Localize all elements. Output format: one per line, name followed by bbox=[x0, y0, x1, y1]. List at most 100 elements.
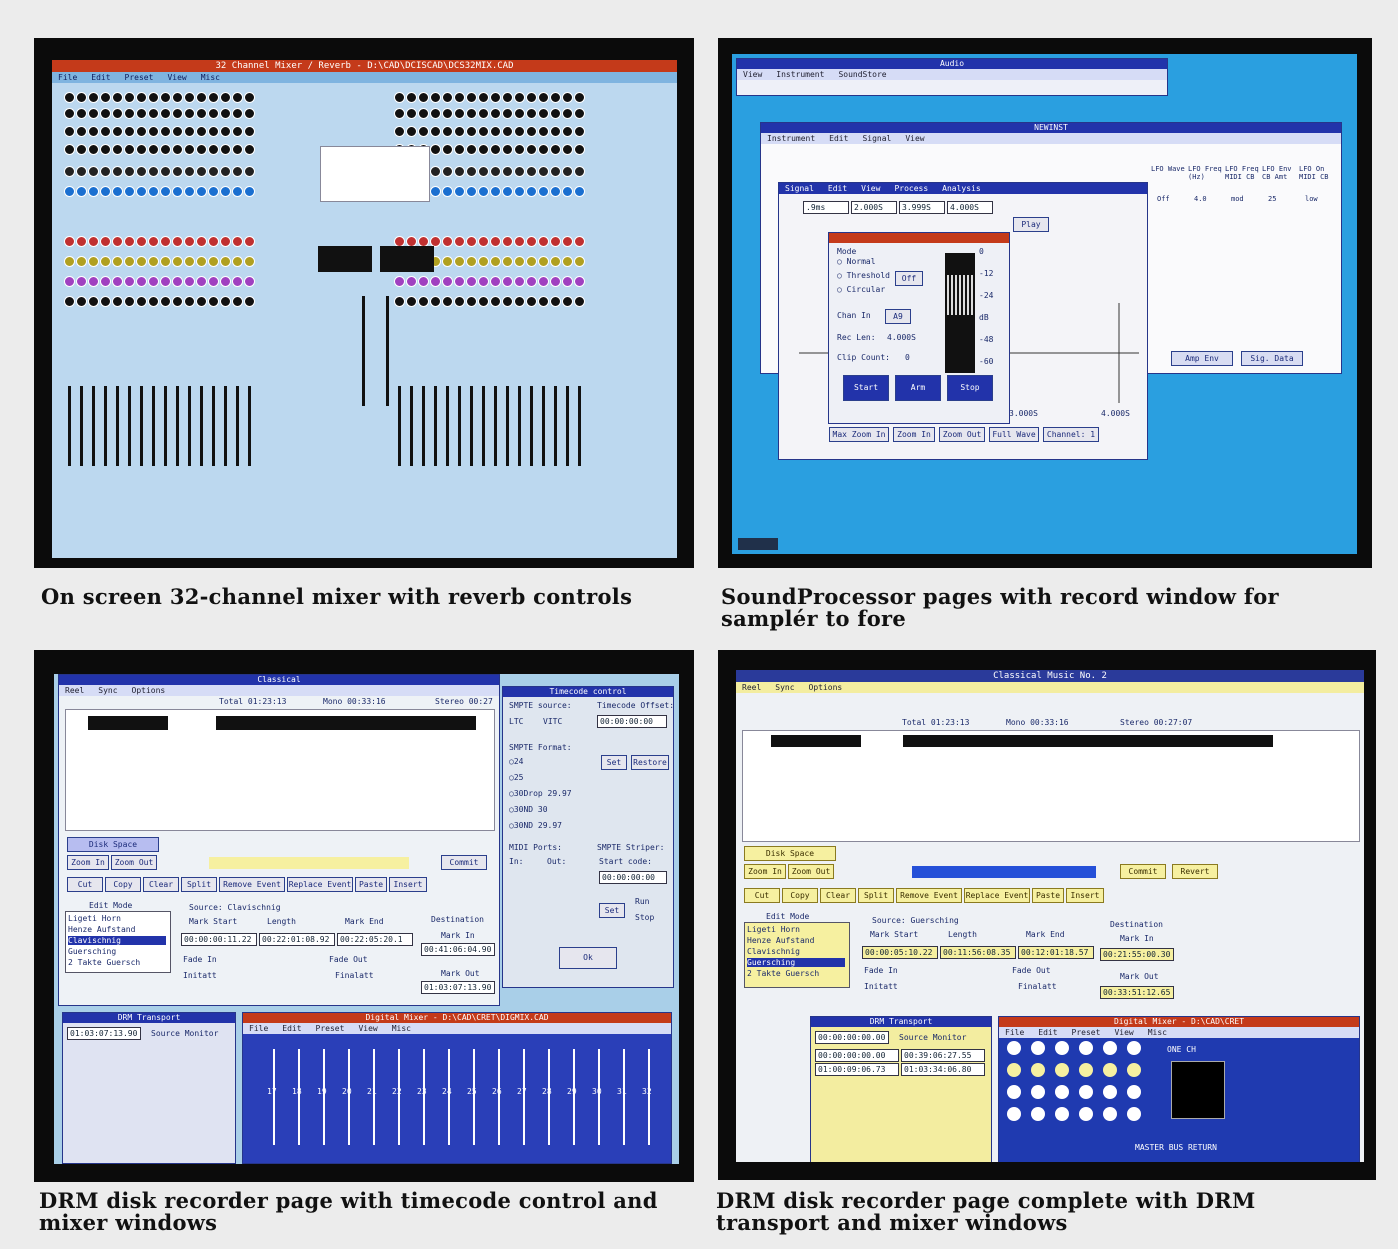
channel-fader[interactable] bbox=[548, 1049, 550, 1145]
mixer-knob[interactable] bbox=[562, 108, 573, 119]
mixer-knob[interactable] bbox=[112, 126, 123, 137]
mixer-knob[interactable] bbox=[220, 276, 231, 287]
mixer-knob[interactable] bbox=[136, 144, 147, 155]
mixer-knob[interactable] bbox=[490, 92, 501, 103]
mixer-knob[interactable] bbox=[550, 108, 561, 119]
mixer-knob[interactable] bbox=[502, 144, 513, 155]
menu-item-file[interactable]: File bbox=[58, 73, 77, 82]
mixer-knob[interactable] bbox=[172, 186, 183, 197]
mixer-knob[interactable] bbox=[160, 276, 171, 287]
signal-menubar[interactable]: Signal Edit View Process Analysis bbox=[779, 183, 1147, 194]
mixer-knob[interactable] bbox=[244, 144, 255, 155]
time-field[interactable]: 00:22:01:08.92 bbox=[259, 933, 335, 946]
mixer-knob[interactable] bbox=[232, 276, 243, 287]
mixer-knob[interactable] bbox=[100, 296, 111, 307]
mixer-knob[interactable] bbox=[184, 92, 195, 103]
revert-button[interactable]: Revert bbox=[1172, 864, 1218, 879]
mixer-knob[interactable] bbox=[232, 166, 243, 177]
zoom-in-button[interactable]: Zoom In bbox=[744, 864, 786, 879]
mixer-knob[interactable] bbox=[1055, 1085, 1069, 1099]
mixer-knob[interactable] bbox=[136, 236, 147, 247]
zoom-out-button[interactable]: Zoom Out bbox=[111, 855, 157, 870]
mixer-knob[interactable] bbox=[220, 108, 231, 119]
vitc-option[interactable]: VITC bbox=[543, 717, 562, 726]
edit-button-remove-event[interactable]: Remove Event bbox=[219, 877, 285, 892]
channel-fader[interactable] bbox=[573, 1049, 575, 1145]
mixer-knob[interactable] bbox=[160, 92, 171, 103]
source-item[interactable]: Clavischnig bbox=[747, 947, 845, 956]
channel-fader[interactable] bbox=[348, 1049, 350, 1145]
time-field[interactable]: 00:11:56:08.35 bbox=[940, 946, 1016, 959]
mixer-knob[interactable] bbox=[244, 108, 255, 119]
mixer-menubar[interactable]: File Edit Preset View Misc bbox=[52, 72, 677, 83]
striper-set-button[interactable]: Set bbox=[599, 903, 625, 918]
zoom-button[interactable]: Zoom In bbox=[893, 427, 935, 442]
channel-fader[interactable] bbox=[623, 1049, 625, 1145]
mixer-knob[interactable] bbox=[1079, 1063, 1093, 1077]
mixer-knob[interactable] bbox=[430, 92, 441, 103]
mixer-knob[interactable] bbox=[208, 144, 219, 155]
mixer-knob[interactable] bbox=[88, 166, 99, 177]
source-item[interactable]: 2 Takte Guersch bbox=[68, 958, 166, 967]
mixer-knob[interactable] bbox=[1031, 1085, 1045, 1099]
menu-item-soundstore[interactable]: SoundStore bbox=[838, 70, 886, 79]
sig-data-button[interactable]: Sig. Data bbox=[1241, 351, 1303, 366]
mixer-knob[interactable] bbox=[172, 144, 183, 155]
mixer-knob[interactable] bbox=[88, 186, 99, 197]
mixer-knob[interactable] bbox=[562, 236, 573, 247]
mixer-knob[interactable] bbox=[244, 126, 255, 137]
mixer-knob[interactable] bbox=[100, 186, 111, 197]
edit-button-cut[interactable]: Cut bbox=[744, 888, 780, 903]
source-item[interactable]: 2 Takte Guersch bbox=[747, 969, 845, 978]
mixer-fader[interactable] bbox=[164, 386, 167, 466]
mixer-knob[interactable] bbox=[394, 296, 405, 307]
menu-item-preset[interactable]: Preset bbox=[125, 73, 154, 82]
mixer-knob[interactable] bbox=[562, 144, 573, 155]
zoom-button[interactable]: Zoom Out bbox=[939, 427, 985, 442]
mixer-knob[interactable] bbox=[514, 108, 525, 119]
drm-right-menubar[interactable]: Reel Sync Options bbox=[736, 682, 1364, 693]
chan-in-field[interactable]: A9 bbox=[885, 309, 911, 324]
mixer-knob[interactable] bbox=[136, 256, 147, 267]
mixer-knob[interactable] bbox=[502, 296, 513, 307]
source-monitor-label[interactable]: Source Monitor bbox=[899, 1033, 966, 1042]
zoom-button[interactable]: Full Wave bbox=[989, 427, 1039, 442]
mixer-knob[interactable] bbox=[88, 144, 99, 155]
mixer-knob[interactable] bbox=[526, 256, 537, 267]
mixer-knob[interactable] bbox=[454, 92, 465, 103]
mixer-knob[interactable] bbox=[220, 126, 231, 137]
tc-set-button[interactable]: Set bbox=[601, 755, 627, 770]
menu-item-options[interactable]: Options bbox=[809, 683, 843, 692]
mixer-knob[interactable] bbox=[526, 186, 537, 197]
mixer-fader[interactable] bbox=[398, 386, 401, 466]
mixer-knob[interactable] bbox=[550, 256, 561, 267]
mixer-knob[interactable] bbox=[1031, 1107, 1045, 1121]
mixer-knob[interactable] bbox=[430, 126, 441, 137]
mixer-knob[interactable] bbox=[208, 108, 219, 119]
mixer-knob[interactable] bbox=[466, 236, 477, 247]
mixer-knob[interactable] bbox=[478, 256, 489, 267]
mixer-knob[interactable] bbox=[1007, 1107, 1021, 1121]
digital-mixer-menubar[interactable]: File Edit Preset View Misc bbox=[243, 1023, 671, 1034]
mixer-knob[interactable] bbox=[514, 92, 525, 103]
mixer-knob[interactable] bbox=[394, 108, 405, 119]
mixer-knob[interactable] bbox=[574, 276, 585, 287]
mixer-knob[interactable] bbox=[490, 108, 501, 119]
mixer-knob[interactable] bbox=[112, 256, 123, 267]
mixer-knob[interactable] bbox=[538, 296, 549, 307]
mixer-fader[interactable] bbox=[482, 386, 485, 466]
edit-button-remove-event[interactable]: Remove Event bbox=[896, 888, 962, 903]
start-button[interactable]: Start bbox=[843, 375, 889, 401]
mixer-knob[interactable] bbox=[538, 236, 549, 247]
zoom-out-button[interactable]: Zoom Out bbox=[788, 864, 834, 879]
mixer-knob[interactable] bbox=[442, 256, 453, 267]
mixer-knob[interactable] bbox=[478, 186, 489, 197]
mixer-knob[interactable] bbox=[208, 296, 219, 307]
mixer-fader[interactable] bbox=[104, 386, 107, 466]
mixer-knob[interactable] bbox=[1079, 1085, 1093, 1099]
menu-item-view[interactable]: View bbox=[167, 73, 186, 82]
mixer-knob[interactable] bbox=[1103, 1041, 1117, 1055]
menu-item-signal[interactable]: Signal bbox=[785, 184, 814, 193]
channel-fader[interactable] bbox=[298, 1049, 300, 1145]
mixer-knob[interactable] bbox=[76, 276, 87, 287]
